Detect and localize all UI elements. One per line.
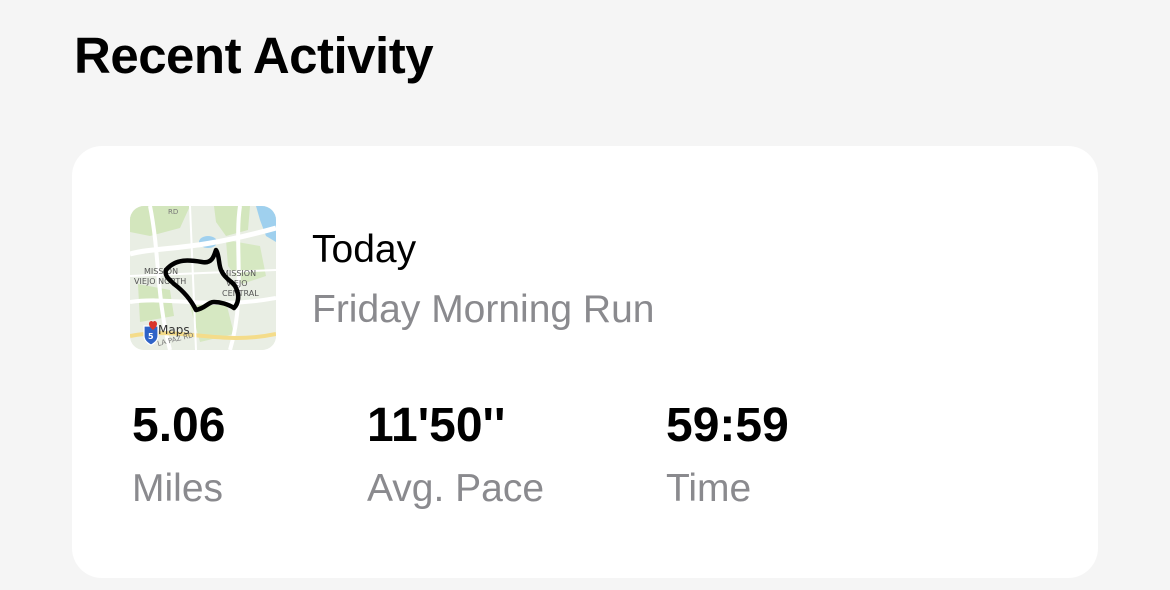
stat-distance: 5.06 Miles [132, 399, 226, 511]
route-map-thumbnail: MISSION VIEJO NORTH MISSION VIEJO CENTRA… [130, 206, 276, 350]
stat-time: 59:59 Time [666, 399, 789, 511]
stat-pace-value: 11'50'' [367, 399, 506, 452]
map-label-north-1: MISSION [144, 267, 178, 276]
route-map: MISSION VIEJO NORTH MISSION VIEJO CENTRA… [130, 206, 276, 350]
stat-time-label: Time [666, 466, 752, 510]
map-label-road-top: RD [168, 208, 178, 216]
recent-activity-page: Recent Activity MISSION VIEJO NORTH MISS… [0, 0, 1170, 590]
stat-distance-value: 5.06 [132, 399, 226, 452]
section-title: Recent Activity [74, 27, 434, 84]
stat-time-value: 59:59 [666, 399, 789, 452]
stat-pace-label: Avg. Pace [367, 466, 545, 510]
map-label-central-3: CENTRAL [222, 289, 259, 298]
activity-date: Today [312, 228, 417, 271]
stat-pace: 11'50'' Avg. Pace [367, 399, 545, 511]
maps-attribution: Maps [158, 323, 190, 337]
highway-shield-number: 5 [148, 332, 154, 341]
stat-distance-label: Miles [132, 466, 224, 510]
activity-name: Friday Morning Run [312, 288, 655, 331]
activity-card[interactable]: MISSION VIEJO NORTH MISSION VIEJO CENTRA… [72, 146, 1098, 578]
